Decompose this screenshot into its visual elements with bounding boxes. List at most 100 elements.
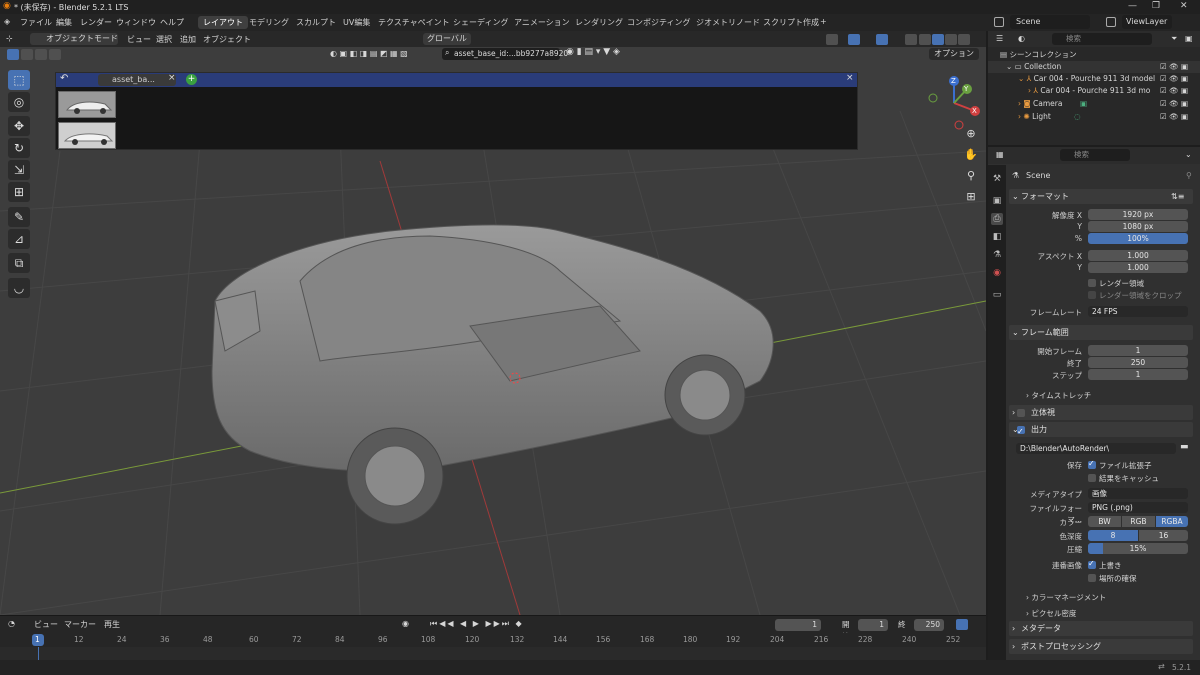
tab-sculpt[interactable]: スカルプト xyxy=(291,16,341,29)
menu-select[interactable]: 選択 xyxy=(156,34,172,45)
file-extension-checkbox[interactable] xyxy=(1088,459,1096,469)
frame-end-field[interactable]: 250 xyxy=(1088,357,1188,368)
shading-wire-icon[interactable] xyxy=(919,34,931,45)
perspective-grid-icon[interactable]: ⊞ xyxy=(962,188,980,206)
asset-thumbnail[interactable] xyxy=(58,91,116,118)
outliner-editor-icon[interactable]: ☰ xyxy=(996,34,1003,43)
collection-tab-icon[interactable]: ▭ xyxy=(991,289,1003,301)
cursor-tool[interactable]: ◎ xyxy=(8,92,30,112)
depth-16-button[interactable]: 16 xyxy=(1139,530,1188,541)
select-new-icon[interactable] xyxy=(7,49,19,60)
res-y-field[interactable]: 1080 px xyxy=(1088,221,1188,232)
aspect-x-field[interactable]: 1.000 xyxy=(1088,250,1188,261)
aspect-y-field[interactable]: 1.000 xyxy=(1088,262,1188,273)
menu-file[interactable]: ファイル xyxy=(20,17,52,28)
mode-selector[interactable]: オブジェクトモード xyxy=(30,33,118,45)
outliner-row-car-mesh[interactable]: › ⅄ Car 004 - Pourche 911 3d mo ☑ 👁 ▣ xyxy=(988,85,1200,97)
shading-render-icon[interactable] xyxy=(958,34,970,45)
presets-icon[interactable]: ⇅≡ xyxy=(1171,189,1184,204)
current-frame-field[interactable]: 1 xyxy=(775,619,821,631)
visibility-toggles[interactable]: ☑ 👁 ▣ xyxy=(1160,111,1188,123)
tab-compositing[interactable]: コンポジティング xyxy=(622,16,696,29)
3d-viewport[interactable]: ⊹ オブジェクトモード ビュー 選択 追加 オブジェクト グローバル ◐ ▣ ◧… xyxy=(0,31,986,615)
shading-material-icon[interactable] xyxy=(945,34,957,45)
playback-controls[interactable]: ⏮◀◀ ◀ ▶ ▶▶⏭ ◆ xyxy=(430,619,524,629)
pixel-density-subpanel[interactable]: › ピクセル密度 xyxy=(1026,608,1076,619)
close-popup-icon[interactable]: × xyxy=(846,73,854,83)
maximize-button[interactable]: ❐ xyxy=(1152,1,1160,11)
car-model[interactable] xyxy=(211,224,774,525)
move-tool[interactable]: ✥ xyxy=(8,116,30,136)
frame-start-field[interactable]: 1 xyxy=(1088,345,1188,356)
xray-icon[interactable] xyxy=(905,34,917,45)
compression-slider[interactable]: 15% xyxy=(1088,543,1188,554)
properties-editor-icon[interactable]: ▦ xyxy=(996,150,1004,159)
render-region-checkbox[interactable] xyxy=(1088,279,1096,287)
transform-tool[interactable]: ⊞ xyxy=(8,182,30,202)
blender-menu-icon[interactable]: ◈ xyxy=(4,17,10,26)
transform-orientation[interactable]: グローバル xyxy=(423,33,471,45)
tab-animation[interactable]: アニメーション xyxy=(509,16,575,29)
outliner-row-light[interactable]: › ✺ Light ◌ ☑ 👁 ▣ xyxy=(988,111,1200,123)
placeholders-checkbox[interactable] xyxy=(1088,574,1096,582)
frame-range-panel-header[interactable]: ⌄ フレーム範囲 xyxy=(1009,325,1193,340)
camera-view-icon[interactable]: ⚲ xyxy=(962,167,980,185)
scale-tool[interactable]: ⇲ xyxy=(8,160,30,180)
time-stretch-subpanel[interactable]: › タイムストレッチ xyxy=(1026,390,1091,401)
stereoscopy-checkbox[interactable] xyxy=(1017,409,1025,417)
depth-8-button[interactable]: 8 xyxy=(1088,530,1138,541)
editor-type-icon[interactable]: ⊹ xyxy=(6,34,13,43)
menu-view[interactable]: ビュー xyxy=(127,34,151,45)
end-frame-field[interactable]: 250 xyxy=(914,619,944,631)
menu-edit[interactable]: 編集 xyxy=(56,17,72,28)
color-rgba-button[interactable]: RGBA xyxy=(1156,516,1188,527)
back-icon[interactable]: ↶ xyxy=(60,73,68,84)
format-panel-header[interactable]: ⌄ フォーマット ⇅≡ xyxy=(1009,189,1193,204)
filter-icon[interactable]: ⏷ xyxy=(1171,34,1177,44)
options-dropdown[interactable]: オプション xyxy=(929,48,979,60)
menu-add[interactable]: 追加 xyxy=(180,34,196,45)
view-layer-selector[interactable]: ViewLayer xyxy=(1122,15,1172,29)
asset-filter-icons[interactable]: ◐ ▣ ◧ ◨ ▤ ◩ ▦ ▧ xyxy=(330,48,450,60)
gizmo-toggle-icon[interactable] xyxy=(848,34,860,45)
menu-render[interactable]: レンダー xyxy=(80,17,112,28)
crop-checkbox[interactable] xyxy=(1088,291,1096,299)
outliner-row-car-model[interactable]: ⌄ ⅄ Car 004 - Pourche 911 3d model ☑ 👁 ▣ xyxy=(988,73,1200,85)
timeline-menu-playback[interactable]: 再生 xyxy=(104,619,120,630)
asset-tab[interactable]: asset_ba... xyxy=(98,74,176,86)
world-tab-icon[interactable]: ◉ xyxy=(991,267,1003,279)
asset-view-icons[interactable]: ◉ ▮ ▤ ▾ ▼ ◈ xyxy=(566,47,620,57)
measure-tool[interactable]: ⊿ xyxy=(8,229,30,249)
timeline-editor-icon[interactable]: ◔ xyxy=(8,619,15,628)
auto-key-icon[interactable]: ◉ xyxy=(402,619,409,628)
outliner-row-scene-collection[interactable]: ▤ シーンコレクション xyxy=(988,49,1200,61)
asset-search-input[interactable]: asset_base_id:...bb9277a8920 xyxy=(442,48,568,60)
output-panel-header[interactable]: ⌄ 出力 xyxy=(1009,422,1193,439)
add-workspace-button[interactable]: + xyxy=(815,16,832,29)
res-x-field[interactable]: 1920 px xyxy=(1088,209,1188,220)
timeline-ruler[interactable]: 1 12 24 36 48 60 72 84 96 108 120 132 14… xyxy=(0,633,986,647)
tool-tab-icon[interactable]: ⚒ xyxy=(991,173,1003,185)
frame-step-field[interactable]: 1 xyxy=(1088,369,1188,380)
options-icon[interactable]: ⌄ xyxy=(1185,150,1192,159)
add-cube-tool[interactable]: ⧉ xyxy=(8,253,30,273)
color-management-subpanel[interactable]: › カラーマネージメント xyxy=(1026,592,1106,603)
overwrite-checkbox[interactable] xyxy=(1088,559,1096,569)
timeline-editor[interactable]: ◔ ビュー マーカー 再生 ◉ ⏮◀◀ ◀ ▶ ▶▶⏭ ◆ 1 開始 1 終了 … xyxy=(0,615,986,660)
outliner-row-collection[interactable]: ⌄ ▭ Collection ☑ 👁 ▣ xyxy=(988,61,1200,73)
render-tab-icon[interactable]: ▣ xyxy=(991,195,1003,207)
timeline-menu-view[interactable]: ビュー xyxy=(34,619,58,630)
post-processing-panel-header[interactable]: › ポストプロセッシング xyxy=(1009,639,1193,654)
close-window-button[interactable]: ✕ xyxy=(1180,1,1188,11)
add-tab-button[interactable]: + xyxy=(186,74,197,85)
outliner-search-input[interactable]: 検索 xyxy=(1052,33,1152,45)
tab-layout[interactable]: レイアウト xyxy=(198,16,248,29)
cache-result-checkbox[interactable] xyxy=(1088,474,1096,482)
asset-browser-popup[interactable]: ↶ asset_ba... × + × xyxy=(55,72,858,150)
minimize-button[interactable]: — xyxy=(1128,1,1137,11)
metadata-panel-header[interactable]: › メタデータ xyxy=(1009,621,1193,636)
new-collection-icon[interactable]: ▣ xyxy=(1185,34,1193,43)
rotate-tool[interactable]: ↻ xyxy=(8,138,30,158)
color-rgb-button[interactable]: RGB xyxy=(1122,516,1155,527)
folder-icon[interactable]: ▬ xyxy=(1180,442,1189,452)
